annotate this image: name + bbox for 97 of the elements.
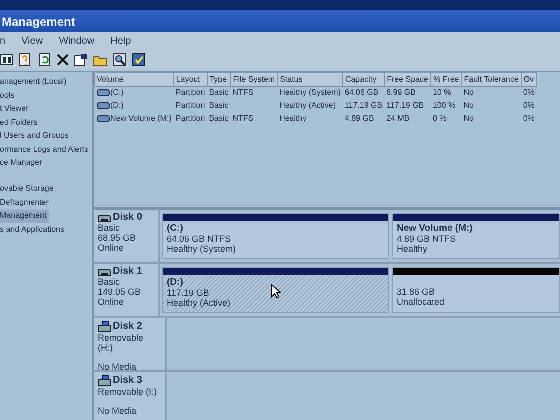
tree-item[interactable]: ormance Logs and Alerts: [0, 144, 90, 156]
tree-item[interactable]: ovable Storage: [0, 183, 56, 196]
table-cell: Partition: [176, 88, 206, 98]
disk-info: No Media: [98, 362, 138, 372]
table-cell: NTFS: [232, 114, 254, 123]
removable-drive-icon: [98, 321, 112, 333]
column-header[interactable]: Layout: [174, 72, 208, 86]
table-cell: 0%: [523, 88, 535, 98]
refresh-icon[interactable]: [38, 53, 52, 67]
disk-info: Online: [98, 243, 126, 253]
partition-info: Unallocated: [397, 297, 445, 307]
mouse-pointer-icon: [271, 284, 281, 299]
column-header[interactable]: Type: [207, 72, 231, 86]
tree-item[interactable]: l Users and Groups: [0, 130, 71, 142]
table-cell: 117.19 GB: [344, 101, 383, 110]
column-header[interactable]: Fault Tolerance: [462, 72, 522, 86]
menu-item[interactable]: Window: [59, 34, 95, 49]
table-cell: Healthy (System): [280, 88, 341, 98]
table-cell: Healthy (Active): [280, 101, 336, 110]
drive-icon: [96, 102, 110, 110]
table-cell: No: [464, 114, 474, 123]
table-cell: 64.06 GB: [344, 88, 379, 98]
tree-item[interactable]: Management: [0, 210, 49, 222]
disk-info: 68.95 GB: [98, 233, 138, 243]
disk-name: Disk 1: [113, 267, 142, 277]
column-header[interactable]: % Free: [430, 72, 462, 86]
partition-info: 4.89 GB NTFS: [397, 234, 456, 244]
disk-info: Basic: [98, 223, 122, 233]
column-header[interactable]: File System: [230, 72, 278, 86]
partition-title: New Volume (M:): [397, 223, 473, 234]
partition-block[interactable]: (C:) 64.06 GB NTFS Healthy (System): [162, 213, 389, 259]
tree-item[interactable]: Defragmenter: [0, 196, 51, 209]
partition-info: Healthy: [397, 244, 428, 254]
table-cell: Partition: [176, 101, 206, 110]
menu-item[interactable]: n: [0, 34, 6, 49]
table-cell: Healthy: [280, 114, 307, 123]
column-header[interactable]: Free Space: [384, 72, 431, 86]
drive-icon: [96, 89, 110, 98]
table-cell: Basic: [209, 114, 229, 123]
table-cell: NTFS: [232, 88, 254, 98]
partition-title: (C:): [167, 223, 184, 234]
table-cell: 4.89 GB: [344, 114, 374, 123]
table-cell: 0%: [523, 114, 535, 123]
partition-info: 64.06 GB NTFS: [167, 234, 232, 244]
folder-icon[interactable]: [93, 54, 108, 66]
column-header[interactable]: Status: [278, 72, 343, 86]
window-title: Management: [0, 10, 560, 32]
table-cell: Basic: [209, 88, 229, 98]
tree-item[interactable]: ce Manager: [0, 157, 44, 170]
table-cell: 0 %: [432, 114, 447, 123]
partition-info: Healthy (Active): [167, 298, 231, 308]
table-cell[interactable]: (D:): [110, 101, 124, 110]
disk-name: Disk 2: [113, 322, 142, 332]
disk-info: 149.05 GB: [98, 287, 142, 297]
table-cell: 6.99 GB: [386, 88, 416, 98]
column-header[interactable]: Volume: [94, 72, 174, 86]
properties-icon[interactable]: [74, 53, 88, 67]
table-cell: 24 MB: [386, 114, 410, 123]
tree-item[interactable]: ed Folders: [0, 116, 40, 129]
tree-item[interactable]: t Viewer: [0, 103, 31, 116]
table-cell: Partition: [176, 114, 206, 123]
tree-item[interactable]: s and Applications: [0, 224, 66, 236]
table-cell: Basic: [209, 101, 229, 110]
partition-info: Healthy (System): [167, 244, 236, 254]
table-cell[interactable]: New Volume (M:): [110, 114, 172, 123]
magnifier-icon[interactable]: [113, 53, 127, 67]
partition-block[interactable]: 31.86 GB Unallocated: [392, 267, 560, 313]
table-cell: 10 %: [432, 88, 452, 98]
drive-icon: [96, 114, 110, 123]
table-cell: No: [464, 88, 474, 98]
menu-item[interactable]: View: [22, 34, 44, 49]
disk-name: Disk 3: [113, 376, 142, 386]
partition-info: 31.86 GB: [397, 287, 436, 297]
disk-name: Disk 0: [113, 213, 142, 223]
disk-info: Online: [98, 297, 126, 307]
partition-block[interactable]: New Volume (M:) 4.89 GB NTFS Healthy: [392, 213, 560, 259]
disk-info: Basic: [98, 277, 122, 287]
table-cell[interactable]: (C:): [110, 88, 124, 98]
tree-view-icon[interactable]: [0, 53, 14, 67]
disk-info: Removable (I:): [98, 387, 158, 397]
partition-info: 117.19 GB: [167, 288, 210, 298]
partition-block[interactable]: (D:) 117.19 GB Healthy (Active): [162, 267, 389, 313]
disk-info: Removable (H:): [98, 333, 145, 353]
table-cell: 0%: [523, 101, 535, 110]
table-cell: 100 %: [432, 101, 456, 110]
partition-title: (D:): [167, 277, 184, 288]
table-cell: 117.19 GB: [386, 101, 424, 110]
menu-item[interactable]: Help: [110, 34, 132, 49]
tree-item[interactable]: ools: [0, 90, 17, 102]
removable-drive-icon: [98, 375, 112, 387]
delete-icon[interactable]: [57, 54, 69, 66]
table-cell: No: [464, 101, 474, 110]
disk-info: No Media: [98, 406, 138, 416]
column-header[interactable]: Ov: [521, 72, 537, 86]
column-header[interactable]: Capacity: [342, 72, 385, 86]
help-icon[interactable]: [19, 53, 33, 67]
tree-item[interactable]: anagement (Local): [0, 76, 69, 88]
